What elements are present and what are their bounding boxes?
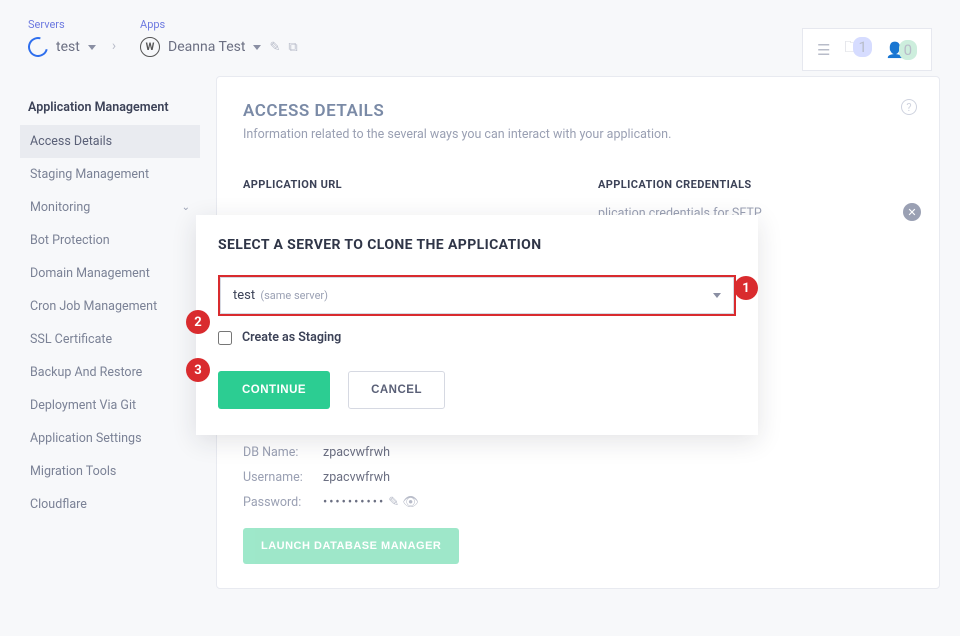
app-creds-heading: APPLICATION CREDENTIALS: [598, 178, 913, 191]
sidebar-item-domain[interactable]: Domain Management: [20, 257, 200, 290]
folder-badge: 1: [853, 37, 871, 57]
user-icon[interactable]: 👤0: [886, 41, 917, 59]
db-name-label: DB Name:: [243, 445, 323, 460]
db-user-value: zpacvwfrwh: [323, 470, 913, 485]
sidebar-item-cloudflare[interactable]: Cloudflare: [20, 488, 200, 521]
app-selector[interactable]: W Deanna Test ✎ ⧉: [140, 37, 298, 57]
db-pw-label: Password:: [243, 495, 323, 510]
server-select-value: test (same server): [233, 288, 328, 303]
edit-icon[interactable]: ✎: [269, 40, 280, 55]
close-icon[interactable]: ✕: [903, 203, 921, 221]
server-select[interactable]: test (same server): [220, 277, 734, 314]
sidebar-item-staging[interactable]: Staging Management: [20, 158, 200, 191]
apps-label: Apps: [140, 18, 298, 31]
create-as-staging-row[interactable]: Create as Staging: [218, 330, 736, 345]
create-as-staging-checkbox[interactable]: [218, 331, 232, 345]
help-icon[interactable]: ?: [901, 99, 917, 115]
servers-label: Servers: [28, 18, 96, 31]
eye-icon[interactable]: 👁: [402, 495, 419, 510]
chevron-down-icon: ⌄: [182, 202, 190, 213]
panel-title: ACCESS DETAILS: [243, 101, 913, 121]
sidebar-item-cron[interactable]: Cron Job Management: [20, 290, 200, 323]
sidebar-item-monitoring[interactable]: Monitoring⌄: [20, 191, 200, 224]
annotation-3: 3: [186, 358, 210, 382]
launch-db-button[interactable]: LAUNCH DATABASE MANAGER: [243, 528, 459, 564]
folder-icon[interactable]: 🗀1: [844, 37, 871, 62]
cancel-button[interactable]: CANCEL: [348, 371, 445, 409]
annotation-2: 2: [186, 310, 210, 334]
wordpress-icon: W: [140, 37, 160, 57]
chevron-down-icon: [253, 45, 261, 50]
db-name-value: zpacvwfrwh: [323, 445, 913, 460]
server-name: test: [56, 39, 80, 55]
sidebar-item-access-details[interactable]: Access Details: [20, 125, 200, 158]
db-user-label: Username:: [243, 470, 323, 485]
header-action-tray: ☰ 🗀1 👤0: [802, 28, 932, 71]
annotation-1: 1: [734, 276, 758, 300]
sidebar-item-app-settings[interactable]: Application Settings: [20, 422, 200, 455]
breadcrumb-arrow-icon: ›: [112, 38, 116, 54]
list-icon[interactable]: ☰: [817, 41, 830, 59]
digitalocean-icon: [24, 33, 51, 60]
mysql-grid: DB Name: zpacvwfrwh Username: zpacvwfrwh…: [243, 445, 913, 510]
user-badge: 0: [899, 40, 917, 60]
sidebar-item-bot[interactable]: Bot Protection: [20, 224, 200, 257]
edit-icon[interactable]: ✎: [388, 495, 399, 510]
server-selector[interactable]: test: [28, 37, 96, 57]
server-select-highlight: test (same server): [218, 275, 736, 316]
panel-subtitle: Information related to the several ways …: [243, 127, 913, 142]
app-name: Deanna Test: [168, 39, 245, 55]
app-url-heading: APPLICATION URL: [243, 178, 558, 191]
create-as-staging-label: Create as Staging: [242, 330, 341, 345]
clone-dialog: SELECT A SERVER TO CLONE THE APPLICATION…: [196, 215, 758, 435]
apps-crumb: Apps W Deanna Test ✎ ⧉: [140, 18, 298, 57]
sidebar-heading: Application Management: [20, 100, 200, 125]
chevron-down-icon: [88, 45, 96, 50]
chevron-down-icon: [713, 293, 721, 298]
continue-button[interactable]: CONTINUE: [218, 371, 330, 409]
external-link-icon[interactable]: ⧉: [288, 40, 297, 55]
dialog-title: SELECT A SERVER TO CLONE THE APPLICATION: [218, 237, 736, 253]
sidebar-item-migration[interactable]: Migration Tools: [20, 455, 200, 488]
db-pw-value: •••••••••• ✎ 👁: [323, 495, 913, 510]
top-breadcrumb-bar: Servers test › Apps W Deanna Test ✎ ⧉ ☰ …: [0, 0, 960, 76]
sidebar: Application Management Access Details St…: [20, 76, 200, 589]
sidebar-item-ssl[interactable]: SSL Certificate: [20, 323, 200, 356]
sidebar-item-backup[interactable]: Backup And Restore: [20, 356, 200, 389]
servers-crumb: Servers test: [28, 18, 96, 57]
sidebar-item-git[interactable]: Deployment Via Git: [20, 389, 200, 422]
